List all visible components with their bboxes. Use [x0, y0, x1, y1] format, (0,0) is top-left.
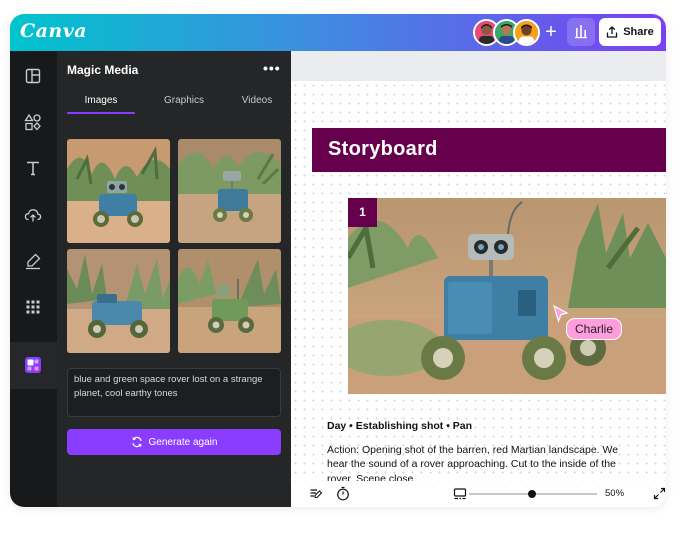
tab-graphics[interactable]: Graphics — [145, 95, 223, 106]
share-button[interactable]: Share — [599, 18, 661, 46]
panel-title: Magic Media — [67, 63, 139, 77]
top-bar: Canva + Share — [10, 14, 666, 51]
layout-icon[interactable] — [24, 67, 42, 85]
scene-description[interactable]: Action: Opening shot of the barren, red … — [327, 443, 637, 486]
fullscreen-icon[interactable] — [653, 487, 666, 500]
canva-editor-window: Canva + Share Magic Media ••• Images Gra… — [10, 14, 666, 507]
magic-media-panel: Magic Media ••• Images Graphics Videos b… — [57, 51, 291, 507]
magic-media-icon — [25, 357, 41, 373]
design-page[interactable]: Storyboard 1 Charlie Day • Establishing … — [291, 81, 666, 485]
scene-number-badge: 1 — [348, 198, 377, 227]
add-collaborator-button[interactable]: + — [539, 20, 563, 44]
generate-again-label: Generate again — [148, 436, 218, 448]
canvas-area: Storyboard 1 Charlie Day • Establishing … — [291, 51, 666, 507]
rail-item-magic-media[interactable] — [10, 342, 57, 389]
prompt-input[interactable]: blue and green space rover lost on a str… — [67, 368, 281, 417]
pages-icon[interactable] — [453, 487, 467, 501]
apps-icon[interactable] — [24, 298, 42, 316]
media-tabs: Images Graphics Videos — [57, 95, 291, 117]
generated-image-4[interactable] — [178, 249, 281, 353]
refresh-icon — [131, 436, 142, 448]
generate-again-button[interactable]: Generate again — [67, 429, 281, 455]
cursor-pointer-icon — [553, 305, 569, 323]
page-title: Storyboard — [328, 138, 438, 160]
zoom-level[interactable]: 50% — [605, 488, 624, 499]
more-options-button[interactable]: ••• — [263, 60, 281, 76]
scene-heading[interactable]: Day • Establishing shot • Pan — [327, 420, 472, 432]
tab-images[interactable]: Images — [62, 95, 140, 106]
active-tab-indicator — [67, 112, 135, 114]
generated-image-2[interactable] — [178, 139, 281, 243]
collaborator-cursor-label: Charlie — [566, 318, 623, 340]
scene-image[interactable]: 1 — [348, 198, 666, 394]
notes-icon[interactable] — [309, 487, 323, 501]
tab-videos[interactable]: Videos — [218, 95, 296, 106]
bar-chart-icon — [575, 25, 587, 39]
side-rail — [10, 51, 57, 507]
insights-button[interactable] — [567, 18, 595, 46]
generated-image-3[interactable] — [67, 249, 170, 353]
elements-icon[interactable] — [24, 113, 42, 131]
avatar[interactable] — [513, 19, 540, 46]
storyboard-title-bar[interactable]: Storyboard — [312, 128, 666, 172]
text-icon[interactable] — [24, 159, 42, 177]
share-label: Share — [623, 26, 654, 38]
canva-logo[interactable]: Canva — [20, 20, 87, 42]
draw-icon[interactable] — [24, 252, 42, 270]
bottom-toolbar: 50% — [291, 481, 666, 507]
timer-icon[interactable] — [336, 486, 350, 501]
generated-image-1[interactable] — [67, 139, 170, 243]
share-icon — [607, 26, 618, 38]
zoom-slider-handle[interactable] — [528, 490, 536, 498]
upload-icon[interactable] — [24, 206, 42, 224]
